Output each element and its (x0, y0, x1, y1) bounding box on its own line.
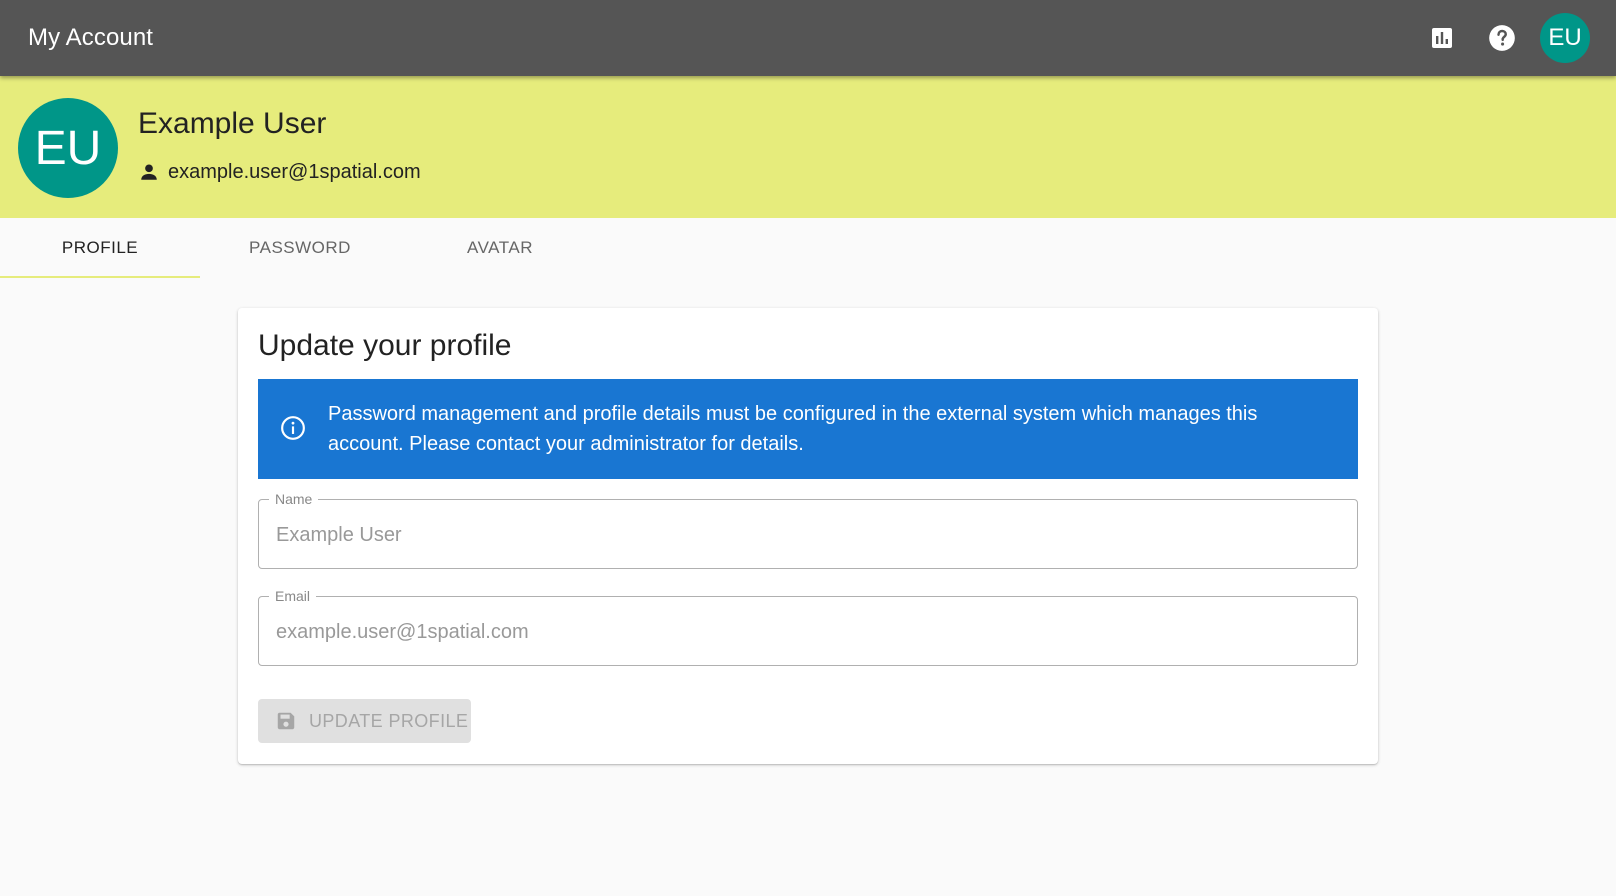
name-input[interactable] (276, 520, 1336, 550)
update-profile-label: UPDATE PROFILE (309, 710, 469, 731)
tab-profile[interactable]: PROFILE (0, 218, 200, 278)
help-button[interactable] (1478, 14, 1526, 62)
app-title: My Account (28, 24, 154, 51)
tab-avatar[interactable]: AVATAR (400, 218, 600, 278)
bar-chart-icon (1432, 28, 1452, 48)
email-label: Email (269, 587, 317, 605)
name-label: Name (269, 490, 319, 508)
info-message: Password management and profile details … (328, 403, 1258, 455)
email-input[interactable] (276, 617, 1336, 647)
profile-email-row: example.user@1spatial.com (138, 160, 421, 184)
update-profile-button[interactable]: UPDATE PROFILE (258, 699, 471, 743)
card-title: Update your profile (258, 329, 512, 362)
name-field: Name (258, 490, 1358, 569)
save-icon (277, 712, 295, 730)
profile-avatar: EU (18, 98, 118, 198)
user-avatar-button[interactable]: EU (1540, 13, 1590, 63)
profile-name: Example User (138, 107, 327, 140)
account-tabs: PROFILE PASSWORD AVATAR (0, 218, 600, 278)
tab-password[interactable]: PASSWORD (200, 218, 400, 278)
person-icon (141, 164, 157, 180)
info-icon (281, 416, 305, 440)
app-bar: My Account EU (0, 0, 1616, 76)
appbar-actions: EU (1406, 13, 1590, 63)
profile-banner: EU Example User example.user@1spatial.co… (0, 76, 1616, 218)
info-alert: Password management and profile details … (258, 379, 1358, 479)
profile-card: Update your profile Password management … (238, 308, 1378, 764)
statistics-button[interactable] (1418, 14, 1466, 62)
profile-email: example.user@1spatial.com (168, 161, 421, 183)
email-field: Email (258, 587, 1358, 666)
help-icon (1489, 25, 1515, 51)
